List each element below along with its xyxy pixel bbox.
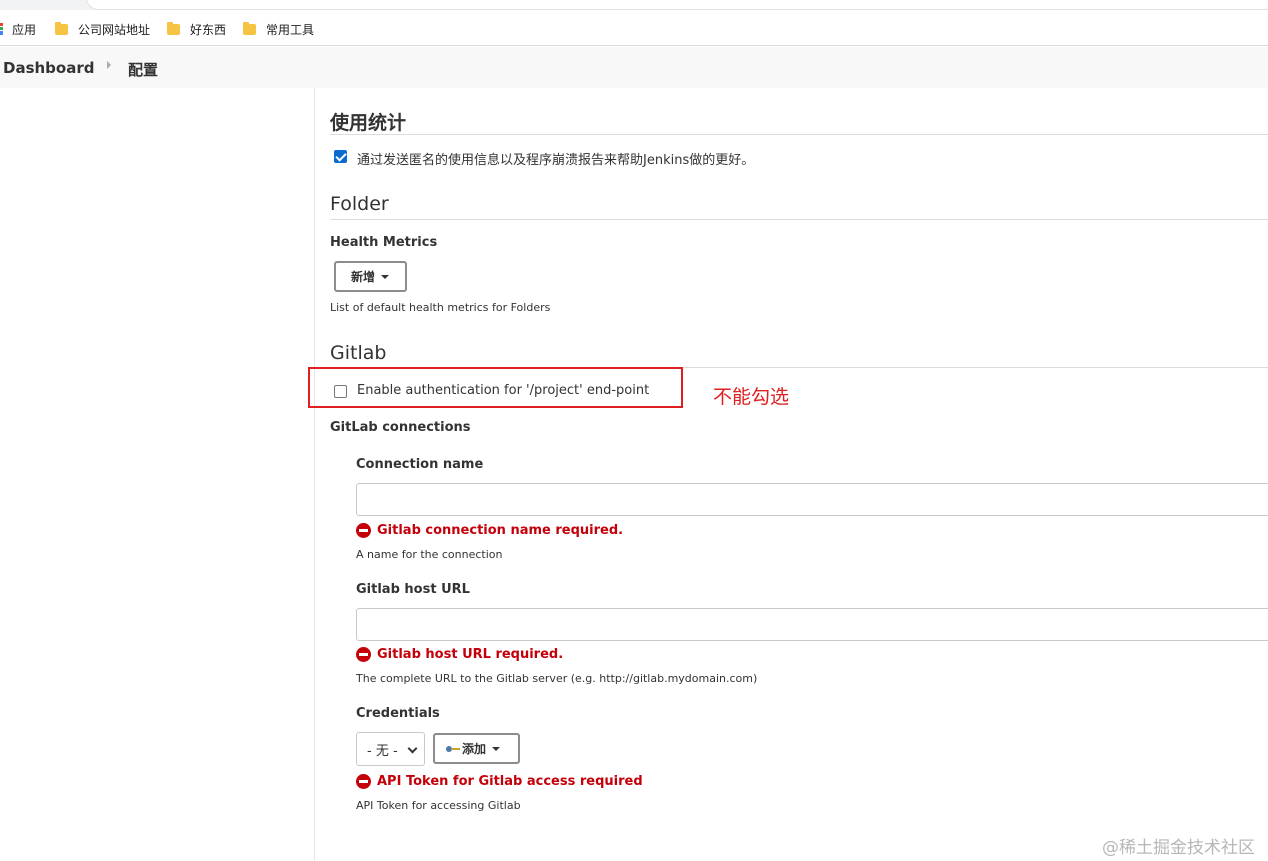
error-text: API Token for Gitlab access required bbox=[377, 773, 643, 789]
section-title-usage: 使用统计 bbox=[330, 112, 407, 134]
sidebar-divider bbox=[314, 88, 315, 861]
connection-name-description: A name for the connection bbox=[356, 548, 503, 561]
key-icon bbox=[446, 745, 460, 752]
gitlab-connections-label: GitLab connections bbox=[330, 420, 471, 435]
host-url-description: The complete URL to the Gitlab server (e… bbox=[356, 672, 758, 685]
section-title-folder: Folder bbox=[330, 193, 389, 215]
health-metrics-description: List of default health metrics for Folde… bbox=[330, 301, 551, 314]
watermark: @稀土掘金技术社区 bbox=[1102, 838, 1255, 858]
caret-down-icon bbox=[492, 746, 501, 751]
apps-grid-icon bbox=[0, 23, 3, 35]
divider bbox=[330, 219, 1268, 220]
folder-icon bbox=[243, 21, 256, 35]
breadcrumb: Dashboard 配置 bbox=[0, 47, 1268, 88]
url-field[interactable] bbox=[86, 0, 1268, 10]
chevron-right-icon bbox=[107, 61, 111, 69]
chevron-down-icon bbox=[407, 743, 418, 754]
usage-stats-checkbox[interactable] bbox=[334, 150, 347, 163]
bookmarks-bar: 应用 公司网站地址 好东西 常用工具 bbox=[0, 10, 1268, 46]
error-icon bbox=[356, 522, 371, 538]
button-label: 新增 bbox=[351, 270, 376, 284]
error-text: Gitlab host URL required. bbox=[377, 646, 564, 662]
usage-stats-label: 通过发送匿名的使用信息以及程序崩溃报告来帮助Jenkins做的更好。 bbox=[357, 153, 755, 168]
connection-name-label: Connection name bbox=[356, 457, 484, 472]
folder-icon bbox=[55, 21, 68, 35]
annotation-highlight-box bbox=[308, 367, 683, 408]
host-url-input[interactable] bbox=[356, 608, 1268, 641]
address-bar bbox=[0, 0, 1268, 10]
bookmark-label: 常用工具 bbox=[266, 22, 315, 37]
select-value: - 无 - bbox=[367, 743, 398, 759]
folder-icon bbox=[167, 21, 180, 35]
bookmark-label: 好东西 bbox=[190, 22, 227, 37]
host-url-label: Gitlab host URL bbox=[356, 582, 470, 597]
host-url-error: Gitlab host URL required. bbox=[356, 646, 563, 662]
caret-down-icon bbox=[381, 274, 390, 279]
credentials-select[interactable]: - 无 - bbox=[356, 732, 425, 766]
annotation-text: 不能勾选 bbox=[713, 386, 790, 408]
connection-name-input[interactable] bbox=[356, 483, 1268, 516]
bookmark-label: 公司网站地址 bbox=[78, 22, 151, 37]
bookmark-apps[interactable]: 应用 bbox=[0, 20, 36, 38]
health-metrics-label: Health Metrics bbox=[330, 235, 438, 250]
connection-name-error: Gitlab connection name required. bbox=[356, 522, 623, 538]
add-credentials-button[interactable]: 添加 bbox=[433, 733, 520, 764]
breadcrumb-configure: 配置 bbox=[128, 61, 159, 79]
bookmark-tools[interactable]: 常用工具 bbox=[243, 20, 314, 38]
credentials-description: API Token for accessing Gitlab bbox=[356, 799, 521, 812]
bookmark-good-stuff[interactable]: 好东西 bbox=[167, 20, 226, 38]
error-icon bbox=[356, 773, 371, 789]
error-icon bbox=[356, 646, 371, 662]
credentials-error: API Token for Gitlab access required bbox=[356, 773, 643, 789]
button-label: 添加 bbox=[462, 742, 487, 756]
credentials-label: Credentials bbox=[356, 706, 440, 721]
error-text: Gitlab connection name required. bbox=[377, 522, 624, 538]
section-title-gitlab: Gitlab bbox=[330, 342, 387, 364]
bookmark-company-sites[interactable]: 公司网站地址 bbox=[55, 20, 150, 38]
add-health-metric-button[interactable]: 新增 bbox=[334, 261, 407, 292]
breadcrumb-dashboard[interactable]: Dashboard bbox=[3, 59, 94, 77]
divider bbox=[330, 134, 1268, 135]
bookmark-label: 应用 bbox=[12, 22, 37, 37]
